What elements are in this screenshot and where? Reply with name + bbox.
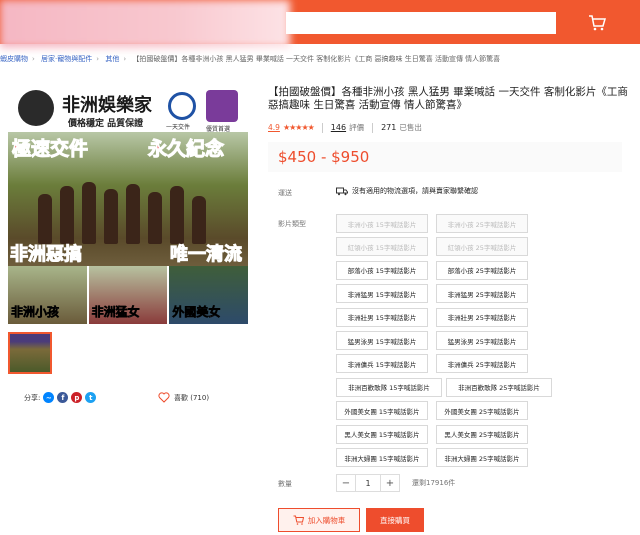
variant-option[interactable]: 黑人美女團 15字喊話影片: [336, 424, 428, 444]
blurred-logo: [0, 0, 290, 48]
product-main-image[interactable]: 非洲娛樂家 價格穩定 品質保證 一天交件 優質首選 極速交件 永久紀念 非洲惡搞…: [8, 86, 248, 324]
photo-cell: 非洲猛女: [88, 266, 170, 324]
buy-now-label: 直接購買: [380, 515, 410, 525]
variant-option[interactable]: 非洲百歡歌隊 25字喊話影片: [446, 377, 552, 397]
cart-plus-icon: [293, 515, 304, 525]
people-figures: [38, 174, 218, 244]
image-thumb-strip: 非洲小孩 非洲猛女 外國美女: [8, 266, 248, 324]
promo-text: 非洲惡搞: [10, 244, 83, 266]
quantity-stepper: − 1 + 還剩17916件: [336, 474, 455, 492]
like-label: 喜歡 (710): [174, 393, 210, 402]
star-rating-icon: ★★★★★: [282, 123, 315, 132]
search-input[interactable]: [286, 12, 556, 34]
buy-now-button[interactable]: 直接購買: [366, 508, 424, 532]
share-label: 分享:: [24, 393, 41, 402]
gallery-thumbnail[interactable]: [8, 332, 52, 374]
variant-option[interactable]: 非洲傭兵 15字喊話影片: [336, 354, 428, 374]
quantity-input[interactable]: 1: [356, 474, 380, 492]
clock-icon: [168, 92, 196, 120]
heart-icon: [158, 392, 170, 403]
clock-label: 一天交件: [166, 124, 191, 131]
sold-count: 271: [381, 123, 397, 132]
photo-cell: 非洲小孩: [8, 266, 89, 324]
variant-option[interactable]: 部落小孩 15字喊話影片: [336, 260, 428, 280]
variant-option[interactable]: 非洲猛男 15字喊話影片: [336, 284, 428, 304]
share-bar: 分享: ~ f p t: [24, 392, 97, 403]
product-title: 【拍國破盤價】各種非洲小孩 黑人猛男 畢業喊話 一天交件 客制化影片《工商 惡搞…: [268, 86, 628, 111]
review-count[interactable]: 146: [331, 123, 346, 132]
variant-option[interactable]: 非洲大婦團 25字喊話影片: [436, 448, 528, 467]
promo-text: 極速交件: [11, 138, 89, 161]
variant-option[interactable]: 紅領小孩 15字喊話影片: [336, 237, 428, 257]
breadcrumb-current: 【拍國破盤價】各種非洲小孩 黑人猛男 畢業喊話 一天交件 客制化影片《工商 惡搞…: [132, 55, 501, 63]
variant-option[interactable]: 非洲大婦團 15字喊話影片: [336, 448, 428, 467]
logo-seal: [18, 90, 54, 126]
cart-icon[interactable]: [588, 14, 606, 32]
pinterest-icon[interactable]: p: [71, 392, 83, 403]
price-box: $450 - $950: [268, 142, 622, 172]
badge-icon: [206, 90, 238, 122]
variant-option[interactable]: 猛男泳男 25字喊話影片: [436, 331, 528, 350]
truck-icon: [336, 187, 348, 195]
promo-text: 唯一清流: [170, 244, 243, 266]
photo-caption: 非洲小孩: [11, 305, 60, 320]
breadcrumb-item[interactable]: 居家·寵物與配件: [41, 55, 92, 63]
variant-option[interactable]: 非洲壯男 25字喊話影片: [436, 307, 528, 327]
add-to-cart-label: 加入購物車: [307, 515, 346, 525]
variant-option[interactable]: 部落小孩 25字喊話影片: [436, 260, 528, 280]
add-to-cart-button[interactable]: 加入購物車: [278, 508, 360, 532]
badge-label: 優質首選: [206, 126, 231, 133]
decrement-button[interactable]: −: [336, 474, 356, 492]
rating-score[interactable]: 4.9: [268, 123, 280, 132]
variant-label: 影片類型: [278, 220, 306, 228]
variant-option[interactable]: 猛男泳男 15字喊話影片: [336, 331, 428, 350]
variant-option[interactable]: 紅領小孩 25字喊話影片: [436, 237, 528, 257]
variant-option[interactable]: 非洲百歡歌隊 15字喊話影片: [336, 377, 442, 397]
variant-option[interactable]: 外國美女團 15字喊話影片: [336, 401, 428, 421]
increment-button[interactable]: +: [380, 474, 400, 492]
promo-text: 永久紀念: [147, 138, 225, 161]
like-button[interactable]: 喜歡 (710): [158, 392, 209, 403]
variant-option[interactable]: 黑人美女團 25字喊話影片: [436, 424, 528, 444]
price-range: $450 - $950: [278, 148, 370, 166]
variant-option[interactable]: 非洲猛男 25字喊話影片: [436, 284, 528, 304]
sold-label: 已售出: [399, 123, 422, 132]
messenger-icon[interactable]: ~: [43, 392, 55, 403]
breadcrumb: 蝦皮購物 › 居家·寵物與配件 › 其他 › 【拍國破盤價】各種非洲小孩 黑人猛男 畢…: [0, 55, 501, 63]
shipping-text: 沒有適用的物流選項，請與賣家聯繫確認: [352, 187, 478, 195]
stock-count: 還剩17916件: [412, 479, 456, 487]
photo-caption: 外國美女: [172, 305, 221, 320]
variant-option[interactable]: 非洲壯男 15字喊話影片: [336, 307, 428, 327]
quantity-label: 數量: [278, 480, 292, 488]
shipping-label: 運送: [278, 189, 292, 197]
breadcrumb-item[interactable]: 其他: [105, 55, 119, 63]
variant-option[interactable]: 非洲傭兵 25字喊話影片: [436, 354, 528, 374]
rating-row: 4.9 ★★★★★ 146 評價 271 已售出: [268, 122, 422, 133]
breadcrumb-item[interactable]: 蝦皮購物: [0, 55, 28, 63]
photo-cell: 外國美女: [169, 266, 248, 324]
review-label: 評價: [349, 123, 365, 132]
twitter-icon[interactable]: t: [85, 392, 97, 403]
image-subtitle: 價格穩定 品質保證: [68, 119, 144, 129]
shipping-info: 沒有適用的物流選項，請與賣家聯繫確認: [336, 186, 478, 196]
variant-option[interactable]: 外國美女團 25字喊話影片: [436, 401, 528, 421]
variant-option[interactable]: 非洲小孩 25字喊話影片: [436, 214, 528, 233]
variant-option[interactable]: 非洲小孩 15字喊話影片: [336, 214, 428, 233]
photo-caption: 非洲猛女: [91, 305, 140, 320]
facebook-icon[interactable]: f: [57, 392, 69, 403]
image-title: 非洲娛樂家: [62, 95, 152, 116]
